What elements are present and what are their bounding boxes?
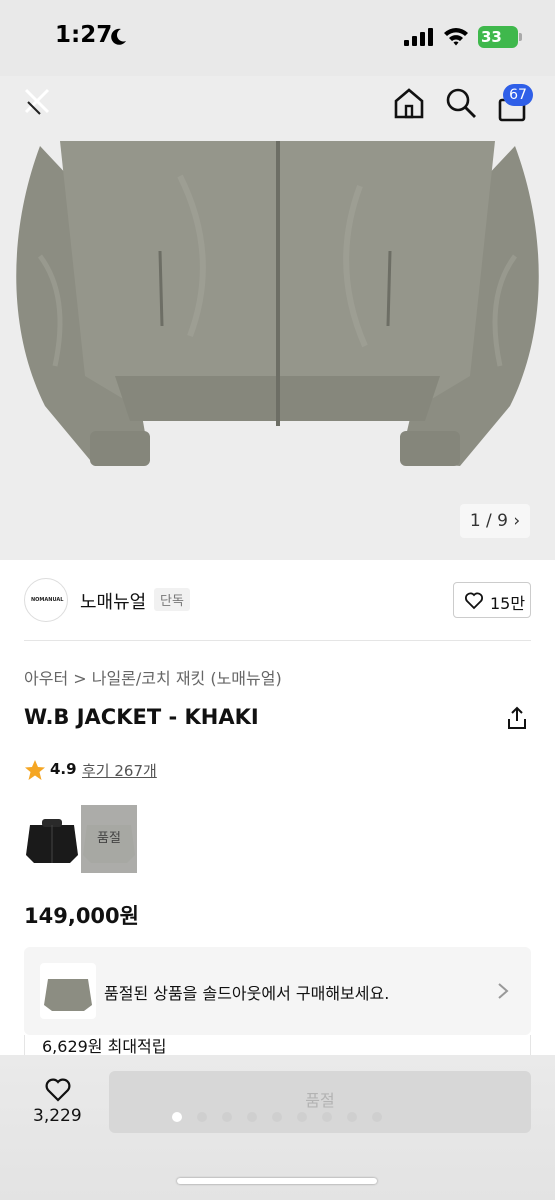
- soldout-thumbnail: [40, 963, 96, 1019]
- variant-black[interactable]: [24, 805, 80, 873]
- brand-like-count: 15만: [490, 594, 526, 613]
- wish-count: 3,229: [33, 1106, 82, 1126]
- share-icon[interactable]: [506, 706, 528, 730]
- brand-exclusive-tag: 단독: [154, 588, 190, 611]
- jacket-thumbnail: [44, 979, 92, 1011]
- brand-logo[interactable]: NOMANUAL: [24, 578, 68, 622]
- variant-khaki[interactable]: 품절: [81, 805, 137, 873]
- chevron-right-icon: [498, 983, 509, 999]
- variant-soldout-label: 품절: [81, 805, 137, 873]
- carousel-dots: [172, 1112, 392, 1124]
- battery-icon: 33: [478, 26, 518, 48]
- heart-icon: [45, 1078, 71, 1102]
- brand-logo-text: NOMANUAL: [31, 597, 64, 603]
- product-price: 149,000원: [24, 904, 139, 928]
- carousel-dot: [347, 1112, 357, 1122]
- carousel-dot: [272, 1112, 282, 1122]
- carousel-dot: [197, 1112, 207, 1122]
- carousel-dot: [247, 1112, 257, 1122]
- brand-row: NOMANUAL 노매뉴얼 단독 15만: [0, 560, 555, 640]
- carousel-dot: [172, 1112, 182, 1122]
- status-time: 1:27: [55, 22, 113, 48]
- carousel-dot: [297, 1112, 307, 1122]
- signal-icon: [404, 28, 433, 46]
- close-icon[interactable]: [22, 86, 52, 116]
- product-title: W.B JACKET - KHAKI: [24, 705, 259, 729]
- breadcrumb[interactable]: 아우터 > 나일론/코치 재킷 (노매뉴얼): [24, 665, 282, 689]
- soldout-banner[interactable]: 품절된 상품을 솔드아웃에서 구매해보세요.: [24, 947, 531, 1035]
- carousel-dot: [322, 1112, 332, 1122]
- moon-icon: [111, 28, 126, 45]
- review-link[interactable]: 후기 267개: [82, 760, 157, 781]
- product-image[interactable]: [0, 76, 555, 560]
- soldout-banner-text: 품절된 상품을 솔드아웃에서 구매해보세요.: [104, 984, 390, 1003]
- heart-icon: [465, 592, 483, 610]
- divider: [24, 640, 531, 641]
- gallery-page-indicator[interactable]: 1 / 9 ›: [460, 504, 530, 538]
- cart-badge: 67: [503, 84, 533, 106]
- star-icon: [25, 760, 45, 780]
- points-text: 6,629원 최대적립: [42, 1037, 167, 1056]
- carousel-dot: [222, 1112, 232, 1122]
- home-indicator[interactable]: [177, 1178, 377, 1184]
- rating-value: 4.9: [50, 760, 77, 778]
- carousel-dot: [372, 1112, 382, 1122]
- status-bar: 1:27 33: [0, 0, 555, 76]
- jacket-photo: [0, 76, 555, 560]
- brand-like-button[interactable]: 15만: [453, 582, 531, 618]
- wifi-icon: [444, 28, 468, 46]
- home-icon[interactable]: [392, 86, 426, 120]
- brand-name[interactable]: 노매뉴얼: [80, 588, 146, 614]
- variant-black-thumbnail: [26, 819, 78, 863]
- battery-tip: [519, 33, 522, 41]
- search-icon[interactable]: [444, 86, 478, 120]
